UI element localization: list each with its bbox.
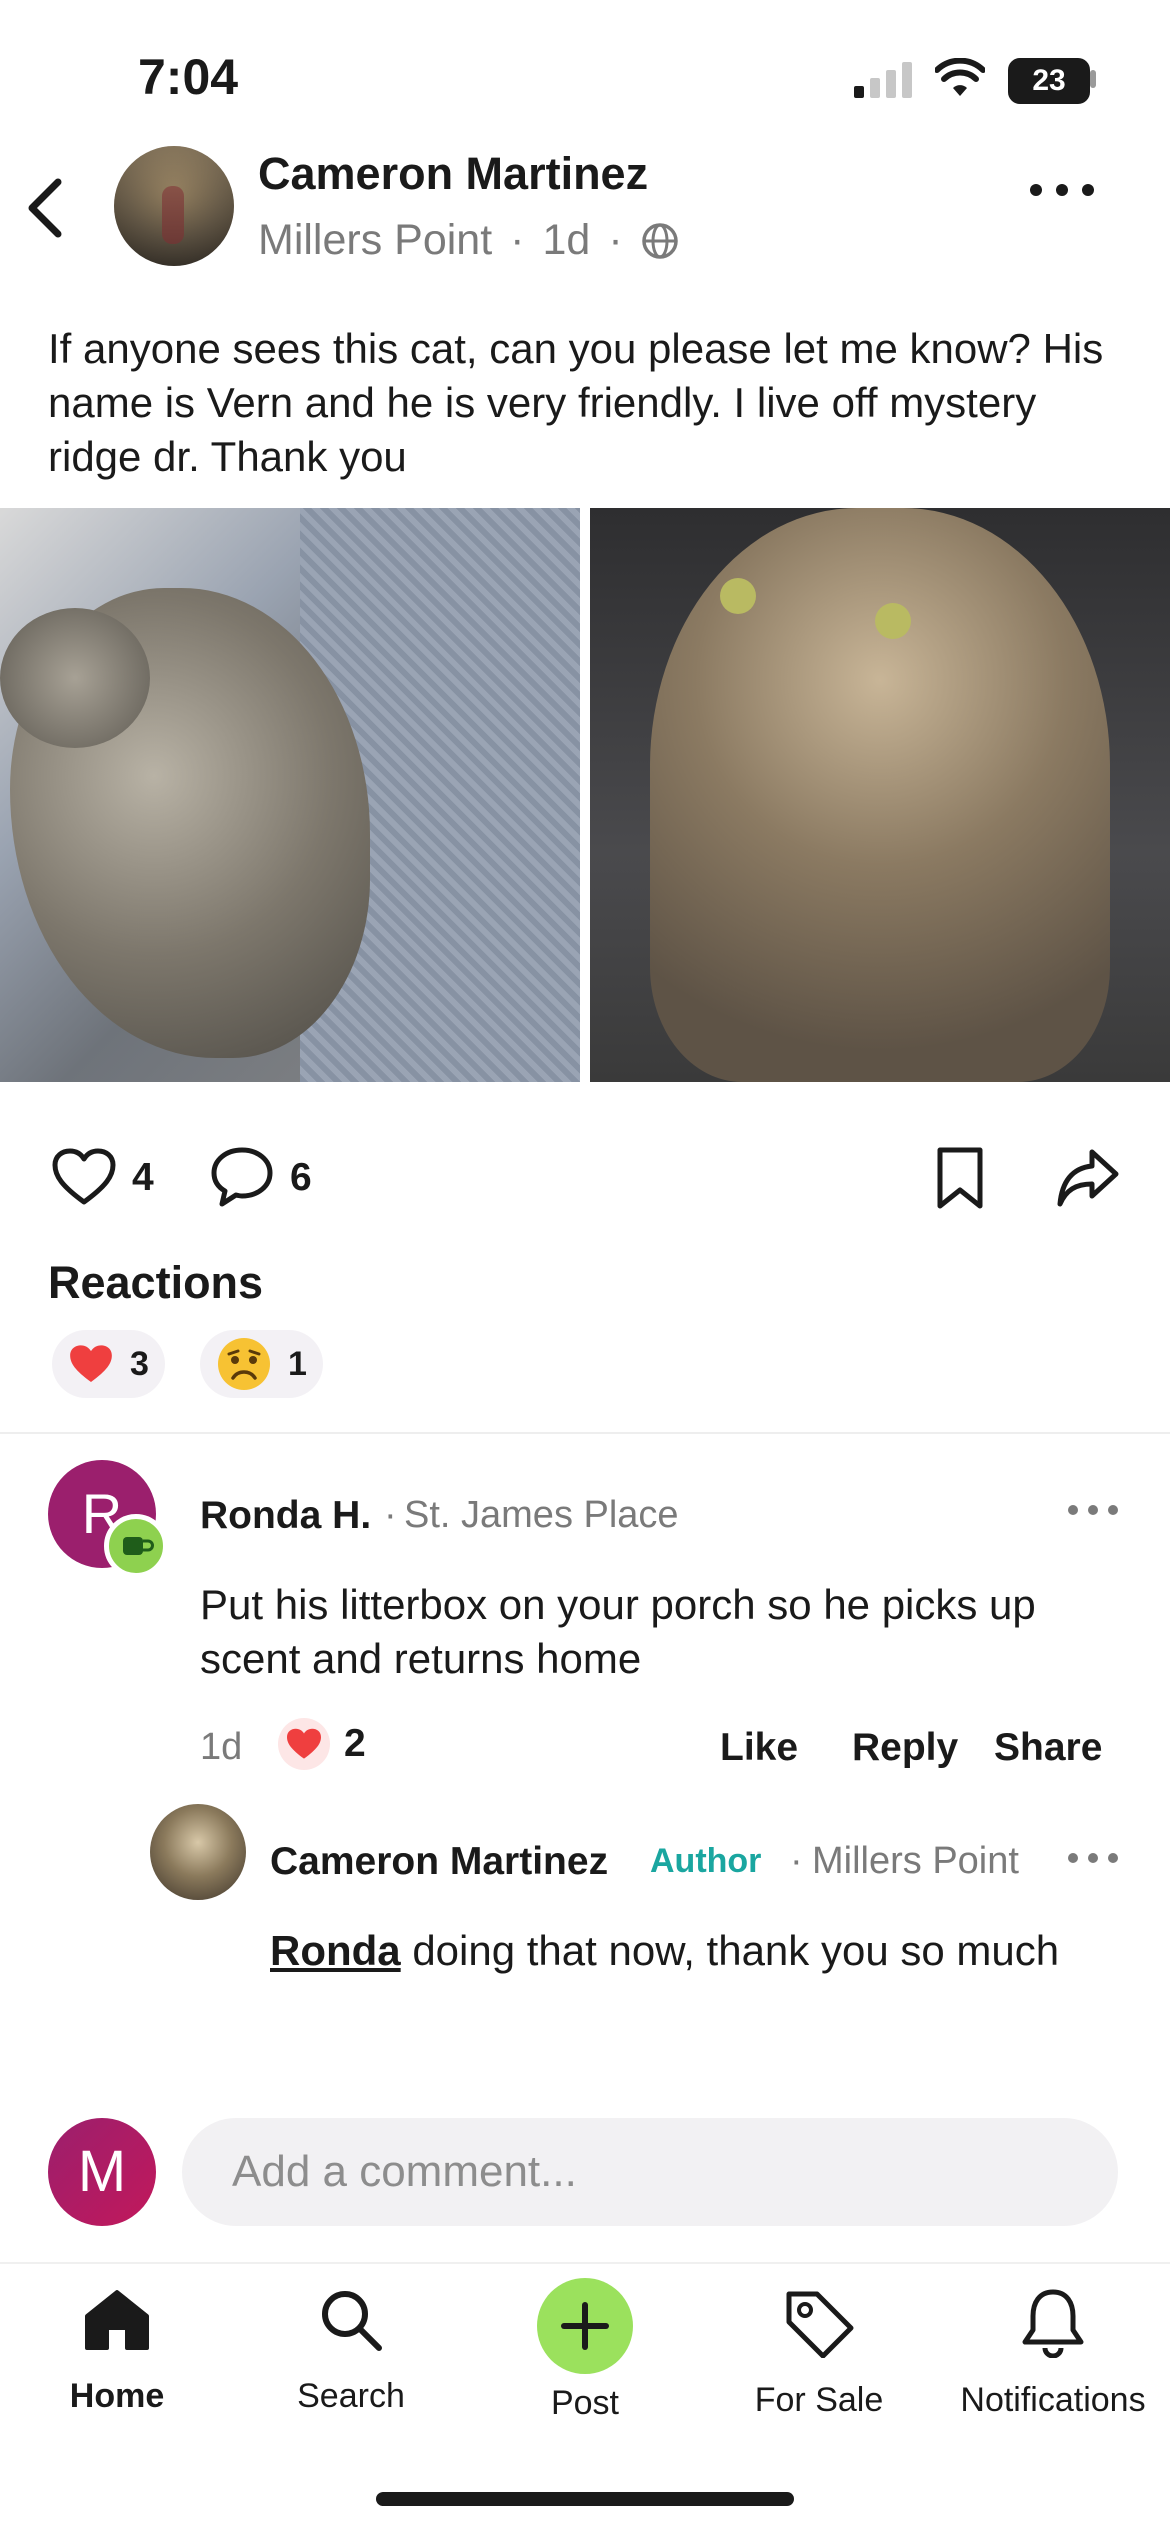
reply-author-place[interactable]: Millers Point xyxy=(812,1840,1019,1883)
reply-author-avatar[interactable] xyxy=(150,1804,246,1900)
heart-reaction-count: 3 xyxy=(130,1344,149,1383)
meta-dot: · xyxy=(510,216,525,264)
coffee-cup-icon xyxy=(123,1537,154,1555)
commenter-badge xyxy=(104,1514,168,1578)
tab-post[interactable]: Post xyxy=(468,2278,702,2423)
like-count: 4 xyxy=(132,1156,154,1199)
home-icon xyxy=(85,2290,149,2350)
tab-for-sale-label: For Sale xyxy=(754,2381,884,2419)
reactions-heading: Reactions xyxy=(48,1257,264,1308)
comment-reply-button[interactable]: Reply xyxy=(852,1726,958,1770)
comment-age: 1d xyxy=(200,1726,243,1768)
heart-reaction-icon xyxy=(287,1728,321,1759)
sad-reaction-pill[interactable]: 1 xyxy=(200,1330,323,1398)
comment-count: 6 xyxy=(290,1156,312,1199)
meta-dot: · xyxy=(608,216,623,264)
wifi-icon xyxy=(935,58,985,96)
author-name[interactable]: Cameron Martinez xyxy=(258,148,648,200)
share-arrow-icon[interactable] xyxy=(1056,1146,1120,1208)
cat-photo-1[interactable] xyxy=(0,508,580,1082)
signal-icon xyxy=(854,62,912,98)
section-divider xyxy=(0,1432,1170,1434)
like-heart-icon[interactable] xyxy=(52,1148,116,1206)
sad-reaction-count: 1 xyxy=(288,1344,307,1383)
cat-photo-2[interactable] xyxy=(590,508,1170,1082)
tab-home[interactable]: Home xyxy=(0,2286,234,2416)
sad-face-reaction-icon xyxy=(218,1338,270,1390)
post-meta: Millers Point · 1d · xyxy=(258,216,679,265)
author-avatar[interactable] xyxy=(114,146,234,266)
status-time: 7:04 xyxy=(138,49,239,105)
heart-reaction-icon xyxy=(70,1345,112,1382)
tab-search[interactable]: Search xyxy=(234,2286,468,2416)
tab-post-label: Post xyxy=(550,2384,620,2422)
more-options-icon[interactable] xyxy=(1026,178,1098,202)
tab-notifications-label: Notifications xyxy=(960,2381,1146,2419)
reply-author[interactable]: Cameron Martinez xyxy=(270,1840,608,1884)
reply-more-icon[interactable] xyxy=(1066,1850,1120,1866)
comment-share-button[interactable]: Share xyxy=(994,1726,1102,1770)
comment-text: Put his litterbox on your porch so he pi… xyxy=(200,1581,1036,1682)
globe-icon xyxy=(641,222,678,259)
mention-link[interactable]: Ronda xyxy=(270,1927,401,1974)
author-badge: Author xyxy=(650,1842,762,1880)
reply-text: Ronda doing that now, thank you so much xyxy=(270,1924,1070,1978)
current-user-avatar-letter: M xyxy=(77,2139,127,2204)
comment-like-button[interactable]: Like xyxy=(720,1726,798,1770)
home-indicator xyxy=(376,2492,794,2506)
tab-for-sale[interactable]: For Sale xyxy=(702,2286,936,2420)
tab-search-label: Search xyxy=(297,2377,405,2415)
current-user-avatar[interactable]: M xyxy=(48,2118,156,2226)
comment-author-dot: · xyxy=(384,1494,397,1536)
post-age: 1d xyxy=(542,216,591,264)
tab-notifications[interactable]: Notifications xyxy=(936,2286,1170,2420)
comment-more-icon[interactable] xyxy=(1066,1502,1120,1518)
reply-author-dot: · xyxy=(790,1840,803,1882)
reply-text-body: doing that now, thank you so much xyxy=(400,1927,1060,1974)
comment-bubble-icon[interactable] xyxy=(210,1146,274,1208)
comment-reaction-count: 2 xyxy=(344,1722,366,1765)
post-button-circle xyxy=(537,2278,633,2374)
search-icon xyxy=(322,2291,382,2351)
back-chevron-icon[interactable] xyxy=(22,176,66,240)
bell-icon xyxy=(1022,2289,1084,2359)
bookmark-icon[interactable] xyxy=(934,1146,986,1210)
battery-tip xyxy=(1090,70,1096,88)
comment-author-place[interactable]: St. James Place xyxy=(404,1494,679,1537)
battery-indicator: 23 xyxy=(1008,58,1090,104)
tag-icon xyxy=(786,2291,854,2359)
tab-home-label: Home xyxy=(69,2377,165,2415)
plus-icon xyxy=(561,2302,609,2350)
comment-author[interactable]: Ronda H. xyxy=(200,1494,371,1538)
heart-reaction-pill[interactable]: 3 xyxy=(52,1330,165,1398)
author-neighborhood[interactable]: Millers Point xyxy=(258,216,492,265)
comment-input[interactable]: Add a comment... xyxy=(182,2118,1118,2226)
post-body: If anyone sees this cat, can you please … xyxy=(48,325,1104,480)
comment-reaction[interactable]: 2 xyxy=(278,1718,366,1770)
